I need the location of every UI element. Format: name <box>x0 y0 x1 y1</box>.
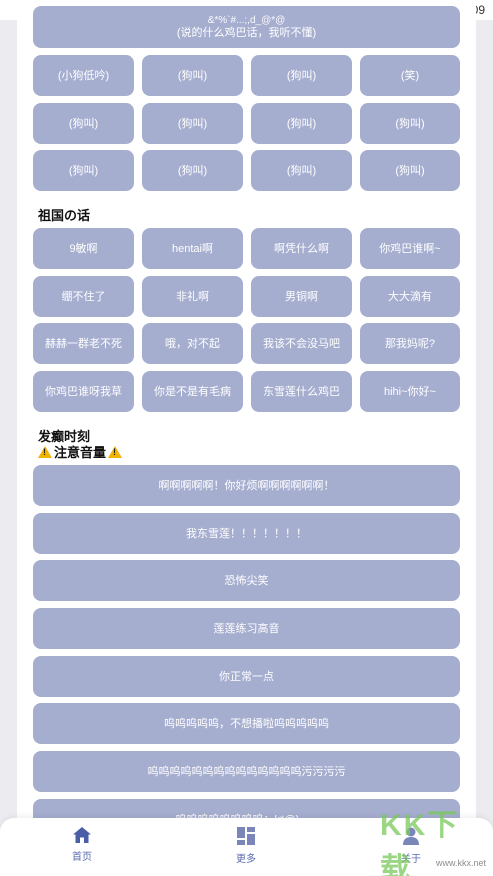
nav-item-home[interactable]: 首页 <box>42 826 122 863</box>
warning-icon <box>108 445 123 458</box>
sound-button[interactable]: (狗叫) <box>251 150 352 191</box>
sound-button[interactable]: (狗叫) <box>142 150 243 191</box>
sound-button[interactable]: 哦，对不起 <box>142 323 243 364</box>
sound-button[interactable]: 你正常一点 <box>33 656 460 697</box>
sound-button[interactable]: 呜呜呜呜呜，不想播啦呜呜呜呜呜 <box>33 703 460 744</box>
sound-button[interactable]: 赫赫一群老不死 <box>33 323 134 364</box>
sound-button[interactable]: hentai啊 <box>142 228 243 269</box>
sound-button[interactable]: (狗叫) <box>33 150 134 191</box>
sound-button[interactable]: 你是不是有毛病 <box>142 371 243 412</box>
section-title-motherland: 祖国の话 <box>38 208 91 223</box>
sound-button[interactable]: 呜呜呜呜呜呜呜呜呜呜呜呜呜呜污污污污 <box>33 751 460 792</box>
sound-button[interactable]: 莲莲练习高音 <box>33 608 460 649</box>
sound-button[interactable]: 男铜啊 <box>251 276 352 317</box>
gibberish-sound-button[interactable]: &*%`#...;,d_@*@ (说的什么鸡巴话，我听不懂) <box>33 6 460 48</box>
sound-button[interactable]: (狗叫) <box>360 150 460 191</box>
sound-button[interactable]: 9敏啊 <box>33 228 134 269</box>
gibberish-line2: (说的什么鸡巴话，我听不懂) <box>176 26 317 39</box>
sound-button[interactable]: 你鸡巴谁呀我草 <box>33 371 134 412</box>
sound-button[interactable]: hihi~你好~ <box>360 371 460 412</box>
sound-button[interactable]: (狗叫) <box>33 103 134 144</box>
volume-warning: 注意音量 <box>38 442 123 461</box>
watermark-logo: KK下载 www.kkx.net <box>380 809 490 876</box>
sound-button[interactable]: (狗叫) <box>251 55 352 96</box>
sound-button[interactable]: 绷不住了 <box>33 276 134 317</box>
sound-button[interactable]: (狗叫) <box>142 55 243 96</box>
warning-icon <box>38 445 52 458</box>
volume-warning-text: 注意音量 <box>54 445 107 460</box>
nav-label: 首页 <box>72 852 92 863</box>
sound-button[interactable]: 东雪莲什么鸡巴 <box>251 371 352 412</box>
sound-button[interactable]: 非礼啊 <box>142 276 243 317</box>
sound-button[interactable]: (狗叫) <box>360 103 460 144</box>
sound-button[interactable]: 我该不会没马吧 <box>251 323 352 364</box>
sound-button[interactable]: (狗叫) <box>142 103 243 144</box>
nav-label: 更多 <box>236 854 256 865</box>
watermark-url: www.kkx.net <box>435 858 486 868</box>
sound-button[interactable]: (狗叫) <box>251 103 352 144</box>
sound-button[interactable]: 你鸡巴谁啊~ <box>360 228 460 269</box>
sound-button[interactable]: 我东雪莲！！！！！！！ <box>33 513 460 554</box>
sound-button[interactable]: 啊啊啊啊啊！你好烦啊啊啊啊啊啊！ <box>33 465 460 506</box>
home-icon <box>73 827 91 843</box>
sound-button[interactable]: 恐怖尖笑 <box>33 560 460 601</box>
nav-item-more[interactable]: 更多 <box>206 826 286 865</box>
grid-icon <box>237 827 255 845</box>
sound-button[interactable]: (小狗低吟) <box>33 55 134 96</box>
sound-button[interactable]: 啊凭什么啊 <box>251 228 352 269</box>
sound-button[interactable]: 大大滴有 <box>360 276 460 317</box>
sound-button[interactable]: 那我妈呢? <box>360 323 460 364</box>
sound-button[interactable]: (笑) <box>360 55 460 96</box>
gibberish-line1: &*%`#...;,d_@*@ <box>207 14 286 26</box>
